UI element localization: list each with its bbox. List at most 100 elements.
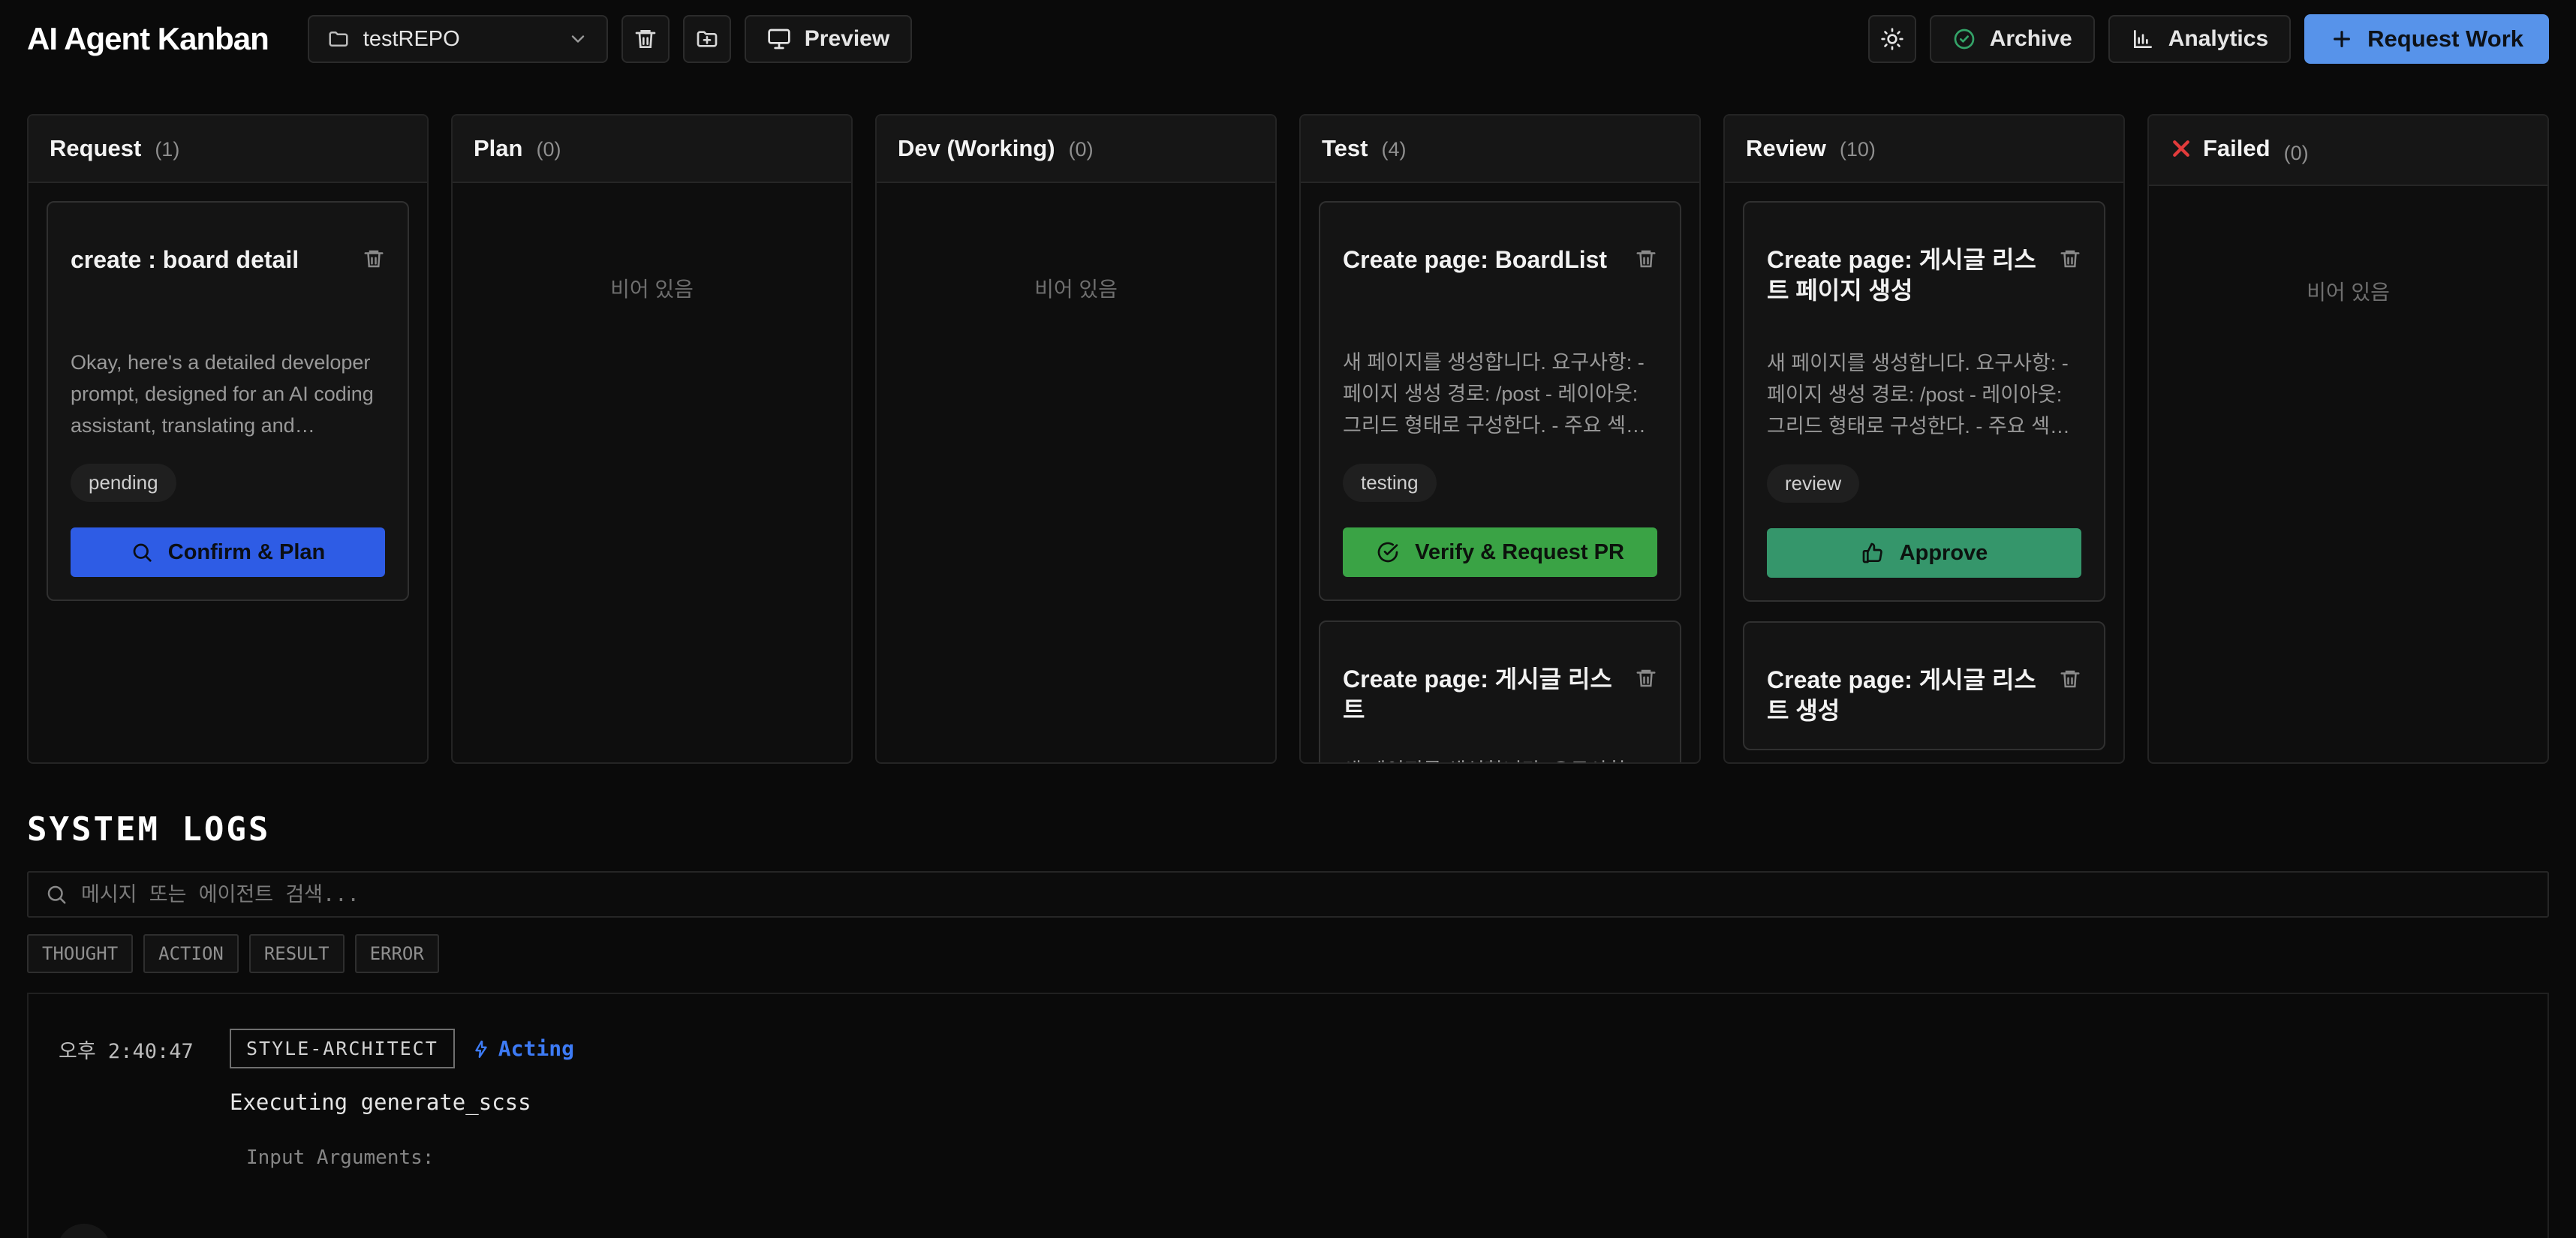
agent-badge: STYLE-ARCHITECT: [230, 1029, 455, 1068]
search-icon: [131, 541, 153, 563]
column-count: (0): [1069, 138, 1094, 161]
analytics-button[interactable]: Analytics: [2108, 15, 2291, 63]
approve-label: Approve: [1900, 541, 1988, 566]
card-title: create : board detail: [71, 245, 348, 275]
confirm-plan-button[interactable]: Confirm & Plan: [71, 527, 385, 577]
column-plan-header: Plan (0): [453, 116, 851, 183]
verify-request-pr-button[interactable]: Verify & Request PR: [1343, 527, 1657, 577]
app-header: AI Agent Kanban testREPO Preview: [0, 0, 2576, 78]
filter-action[interactable]: ACTION: [143, 934, 239, 973]
card-title: Create page: 게시글 리스트: [1343, 664, 1620, 726]
column-test-header: Test (4): [1301, 116, 1699, 183]
preview-label: Preview: [805, 26, 889, 52]
repo-select[interactable]: testREPO: [308, 15, 608, 63]
column-count: (0): [536, 138, 561, 161]
plus-icon: [2330, 27, 2354, 51]
column-title: Failed: [2203, 135, 2271, 162]
column-title: Review: [1746, 135, 1826, 162]
column-count: (1): [155, 138, 179, 161]
card-create-page-post-list-create[interactable]: Create page: 게시글 리스트 생성: [1743, 621, 2105, 750]
column-title: Plan: [474, 135, 522, 162]
folder-plus-icon: [695, 27, 719, 51]
trash-icon[interactable]: [2059, 248, 2081, 270]
delete-repo-button[interactable]: [621, 15, 670, 63]
card-title: Create page: 게시글 리스트 페이지 생성: [1767, 245, 2044, 306]
app-title: AI Agent Kanban: [27, 21, 269, 57]
column-dev-body: 비어 있음: [877, 183, 1275, 762]
request-work-button[interactable]: Request Work: [2304, 14, 2549, 64]
card-create-page-post-list-page[interactable]: Create page: 게시글 리스트 페이지 생성 새 페이지를 생성합니다…: [1743, 201, 2105, 602]
column-test: Test (4) Create page: BoardList 새 페이지를 생…: [1299, 114, 1701, 764]
new-repo-button[interactable]: [683, 15, 731, 63]
column-review-header: Review (10): [1725, 116, 2123, 183]
card-create-page-post-list[interactable]: Create page: 게시글 리스트 새 페이지를 생성합니다. 요구사항:…: [1319, 621, 1681, 762]
card-create-board-detail[interactable]: create : board detail Okay, here's a det…: [47, 201, 409, 601]
empty-state: 비어 있음: [895, 273, 1257, 303]
log-args-label: Input Arguments:: [246, 1146, 2517, 1169]
trash-icon[interactable]: [2059, 668, 2081, 690]
card-description: 새 페이지를 생성합니다. 요구사항: - 페이지 생...: [1343, 756, 1657, 762]
approve-button[interactable]: Approve: [1767, 528, 2081, 578]
bar-chart-icon: [2131, 27, 2155, 51]
card-create-page-boardlist[interactable]: Create page: BoardList 새 페이지를 생성합니다. 요구사…: [1319, 201, 1681, 601]
archive-label: Archive: [1990, 26, 2072, 52]
log-status: Acting: [471, 1036, 574, 1061]
log-entry: 오후 2:40:47 STYLE-ARCHITECT Acting Execut…: [59, 1029, 2517, 1238]
x-icon: [2170, 137, 2192, 160]
column-test-body: Create page: BoardList 새 페이지를 생성합니다. 요구사…: [1301, 183, 1699, 762]
status-badge: pending: [71, 464, 176, 502]
preview-button[interactable]: Preview: [745, 15, 912, 63]
column-request-header: Request (1): [29, 116, 427, 183]
monitor-icon: [767, 27, 791, 51]
column-review-body: Create page: 게시글 리스트 페이지 생성 새 페이지를 생성합니다…: [1725, 183, 2123, 762]
column-plan-body: 비어 있음: [453, 183, 851, 762]
check-circle-icon: [1952, 27, 1976, 51]
trash-icon: [633, 27, 658, 51]
log-content: STYLE-ARCHITECT Acting Executing generat…: [230, 1029, 2517, 1238]
check-circle-icon: [1376, 540, 1400, 564]
zap-icon: [471, 1039, 491, 1059]
column-review: Review (10) Create page: 게시글 리스트 페이지 생성 …: [1723, 114, 2125, 764]
search-icon: [45, 883, 68, 906]
log-search-input[interactable]: [81, 883, 2531, 906]
verify-request-pr-label: Verify & Request PR: [1415, 540, 1624, 565]
thumbs-up-icon: [1861, 541, 1885, 565]
column-plan: Plan (0) 비어 있음: [451, 114, 853, 764]
analytics-label: Analytics: [2168, 26, 2268, 52]
log-message: Executing generate_scss: [230, 1089, 2517, 1115]
repo-select-value: testREPO: [363, 27, 460, 52]
status-badge: review: [1767, 464, 1859, 503]
system-logs-title: SYSTEM LOGS: [27, 810, 2549, 849]
chevron-down-icon: [567, 29, 588, 50]
log-timestamp: 오후 2:40:47: [59, 1029, 230, 1238]
confirm-plan-label: Confirm & Plan: [168, 540, 325, 565]
empty-state: 비어 있음: [471, 273, 833, 303]
column-title: Test: [1322, 135, 1368, 162]
folder-icon: [327, 28, 350, 50]
trash-icon[interactable]: [363, 248, 385, 270]
filter-result[interactable]: RESULT: [249, 934, 345, 973]
column-failed-header: Failed (0): [2149, 116, 2547, 186]
status-badge: testing: [1343, 464, 1437, 502]
column-title: Request: [50, 135, 141, 162]
filter-thought[interactable]: THOUGHT: [27, 934, 133, 973]
archive-button[interactable]: Archive: [1930, 15, 2095, 63]
empty-state: 비어 있음: [2167, 276, 2529, 306]
column-failed-body: 비어 있음: [2149, 186, 2547, 762]
column-count: (4): [1381, 138, 1406, 161]
trash-icon[interactable]: [1635, 667, 1657, 690]
log-status-label: Acting: [498, 1036, 574, 1061]
trash-icon[interactable]: [1635, 248, 1657, 270]
filter-error[interactable]: ERROR: [355, 934, 439, 973]
sun-icon: [1880, 27, 1904, 51]
theme-toggle-button[interactable]: [1868, 15, 1916, 63]
column-failed: Failed (0) 비어 있음: [2147, 114, 2549, 764]
column-count: (0): [2284, 142, 2309, 165]
log-args-code: [ "moduleName", "app/termdata/page.scss"…: [248, 1179, 2517, 1238]
column-request: Request (1) create : board detail Okay, …: [27, 114, 429, 764]
column-count: (10): [1840, 138, 1876, 161]
system-logs-section: SYSTEM LOGS THOUGHT ACTION RESULT ERROR …: [0, 810, 2576, 1238]
card-description: 새 페이지를 생성합니다. 요구사항: - 페이지 생성 경로: /post -…: [1767, 348, 2081, 443]
request-work-label: Request Work: [2367, 26, 2523, 53]
card-description: 새 페이지를 생성합니다. 요구사항: - 페이지 생성 경로: /post -…: [1343, 347, 1657, 442]
